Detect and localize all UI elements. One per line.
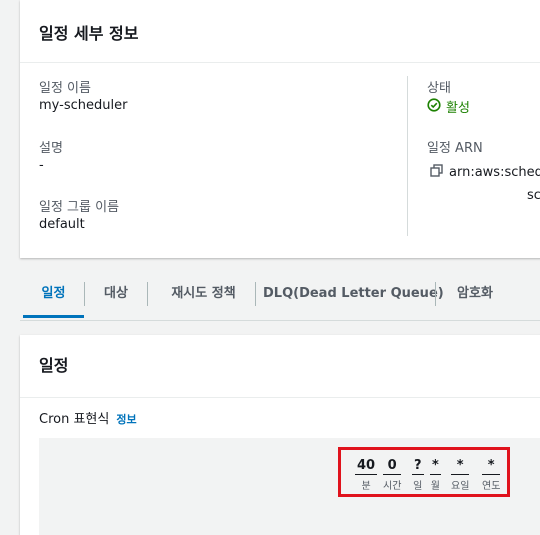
check-circle-icon xyxy=(427,97,441,116)
cron-field-minutes: 40 분 xyxy=(355,458,378,492)
description-value: - xyxy=(39,158,44,173)
cron-field-label: 월 xyxy=(430,481,440,492)
cron-field-value: * xyxy=(482,458,501,475)
tab-separator xyxy=(147,282,148,306)
cron-field-label: 연도 xyxy=(482,481,501,492)
cron-field-value: 0 xyxy=(383,458,402,475)
tab-separator xyxy=(255,282,256,306)
schedule-name-value: my-scheduler xyxy=(39,98,128,113)
tab-schedule[interactable]: 일정 xyxy=(23,272,84,318)
details-title: 일정 세부 정보 xyxy=(39,24,139,43)
status-text: 활성 xyxy=(446,101,470,116)
schedule-name-label: 일정 이름 xyxy=(39,81,91,96)
cron-field-label: 분 xyxy=(361,481,371,492)
cron-field-day-of-week: * 요일 xyxy=(451,458,470,492)
schedule-panel: 일정 Cron 표현식 정보 40 분 0 시간 ? 일 * 월 * 요일 * … xyxy=(20,335,540,535)
arn-value: arn:aws:schedul xyxy=(430,164,540,181)
cron-expression-label: Cron 표현식 정보 xyxy=(39,408,137,427)
schedule-group-value: default xyxy=(39,217,85,232)
cron-expression-box: 40 분 0 시간 ? 일 * 월 * 요일 * 연도 xyxy=(39,438,540,535)
cron-field-year: * 연도 xyxy=(482,458,501,492)
cron-field-value: 40 xyxy=(355,458,378,475)
status-label: 상태 xyxy=(427,81,451,96)
status-value: 활성 xyxy=(427,97,470,116)
schedule-header: 일정 xyxy=(20,335,540,398)
tab-target[interactable]: 대상 xyxy=(87,272,145,318)
cron-field-label: 요일 xyxy=(451,481,470,492)
cron-field-value: ? xyxy=(412,458,424,475)
arn-label: 일정 ARN xyxy=(427,141,483,156)
cron-field-value: * xyxy=(451,458,470,475)
details-header: 일정 세부 정보 xyxy=(20,0,540,63)
arn-text: arn:aws:schedul xyxy=(449,165,540,180)
tab-dlq[interactable]: DLQ(Dead Letter Queue) xyxy=(263,272,444,318)
detail-tabs: 일정 대상 재시도 정책 DLQ(Dead Letter Queue) 암호화 xyxy=(20,272,540,321)
description-label: 설명 xyxy=(39,141,63,156)
schedule-title: 일정 xyxy=(39,356,69,375)
schedule-group-label: 일정 그룹 이름 xyxy=(39,200,120,215)
tab-separator xyxy=(435,282,436,306)
cron-field-label: 시간 xyxy=(383,481,402,492)
cron-field-day-of-month: ? 일 xyxy=(412,458,424,492)
cron-field-month: * 월 xyxy=(430,458,441,492)
copy-icon[interactable] xyxy=(430,164,443,181)
arn-text-continuation: sc xyxy=(527,188,540,203)
info-link[interactable]: 정보 xyxy=(116,411,136,427)
cron-field-hours: 0 시간 xyxy=(383,458,402,492)
tab-encryption[interactable]: 암호화 xyxy=(442,272,508,318)
tab-separator xyxy=(84,282,85,306)
cron-label-text: Cron 표현식 xyxy=(39,412,110,427)
column-divider xyxy=(407,76,408,236)
schedule-details-panel: 일정 세부 정보 일정 이름 my-scheduler 설명 - 일정 그룹 이… xyxy=(20,0,540,258)
tab-retry-policy[interactable]: 재시도 정책 xyxy=(156,272,251,318)
cron-field-label: 일 xyxy=(413,481,423,492)
cron-field-value: * xyxy=(430,458,441,475)
